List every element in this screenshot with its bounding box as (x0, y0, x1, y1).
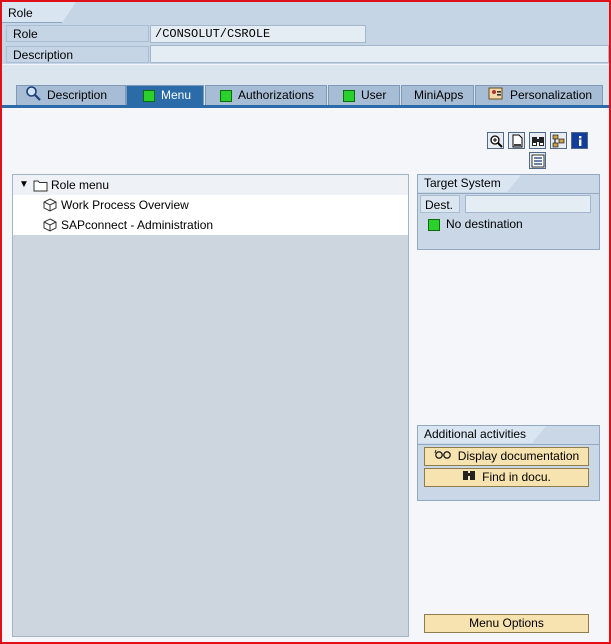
window-frame: Role Role /CONSOLUT/CSROLE Description D… (0, 0, 611, 644)
description-field[interactable] (150, 45, 609, 63)
role-label: Role (6, 25, 149, 42)
info-icon[interactable] (571, 132, 588, 149)
tree-item-label: Work Process Overview (61, 198, 189, 212)
additional-activities-title: Additional activities (418, 426, 547, 443)
dest-status-text: No destination (446, 217, 523, 231)
triangle-down-icon[interactable]: ▼ (19, 175, 29, 195)
description-label: Description (6, 46, 149, 63)
binoculars-icon[interactable] (529, 132, 546, 149)
tab-personalization-label: Personalization (510, 88, 593, 102)
target-system-panel: Target System Dest. No destination (417, 174, 600, 250)
binoculars-icon (462, 469, 476, 486)
tree-item-label: SAPconnect - Administration (61, 218, 214, 232)
target-system-title: Target System (418, 175, 521, 192)
document-icon[interactable] (508, 132, 525, 149)
zoom-in-icon[interactable] (487, 132, 504, 149)
tree-item[interactable]: Work Process Overview (13, 195, 408, 215)
hierarchy-icon[interactable] (550, 132, 567, 149)
tab-bar: Description Menu Authorizations User Min… (2, 65, 609, 106)
divider (418, 444, 599, 445)
green-status-icon (428, 219, 440, 231)
role-area: Role /CONSOLUT/CSROLE Description (2, 24, 609, 64)
tree-item[interactable]: SAPconnect - Administration (13, 215, 408, 235)
role-group-header: Role (2, 2, 609, 24)
tab-description[interactable]: Description (16, 85, 126, 105)
tab-user[interactable]: User (328, 85, 400, 105)
list-icon[interactable] (529, 152, 546, 169)
tab-description-label: Description (47, 88, 108, 102)
find-in-docu-button[interactable]: Find in docu. (424, 468, 589, 487)
personalization-icon (488, 85, 504, 107)
tab-user-label: User (361, 88, 387, 102)
display-documentation-label: Display documentation (457, 449, 580, 463)
tab-personalization[interactable]: Personalization (475, 85, 603, 105)
dest-field[interactable] (465, 195, 591, 213)
find-in-docu-label: Find in docu. (482, 470, 551, 484)
role-field[interactable]: /CONSOLUT/CSROLE (150, 25, 366, 43)
green-status-icon (220, 89, 232, 102)
additional-activities-panel: Additional activities Display documentat… (417, 425, 600, 501)
role-group-title: Role (2, 2, 76, 23)
glasses-icon (434, 448, 452, 465)
tab-miniapps-label: MiniApps (414, 88, 464, 102)
tree-root-label: Role menu (51, 178, 110, 192)
menu-options-label: Menu Options (469, 616, 544, 630)
display-documentation-button[interactable]: Display documentation (424, 447, 589, 466)
menu-tab-content: ▼ Role menu Work Process Overview SAPcon… (2, 108, 609, 642)
tab-miniapps[interactable]: MiniApps (401, 85, 474, 105)
dest-label: Dest. (420, 195, 460, 213)
magnifier-icon (25, 85, 41, 107)
tab-authorizations[interactable]: Authorizations (205, 85, 327, 105)
menu-options-button[interactable]: Menu Options (424, 614, 589, 633)
tab-authorizations-label: Authorizations (238, 88, 315, 102)
transaction-cube-icon (43, 218, 57, 238)
role-menu-tree: ▼ Role menu Work Process Overview SAPcon… (12, 174, 409, 637)
tab-menu-label: Menu (161, 88, 192, 102)
tab-menu[interactable]: Menu (126, 85, 204, 105)
green-status-icon (343, 89, 355, 102)
tree-root[interactable]: ▼ Role menu (13, 175, 408, 195)
divider (418, 193, 599, 194)
green-status-icon (143, 89, 155, 102)
